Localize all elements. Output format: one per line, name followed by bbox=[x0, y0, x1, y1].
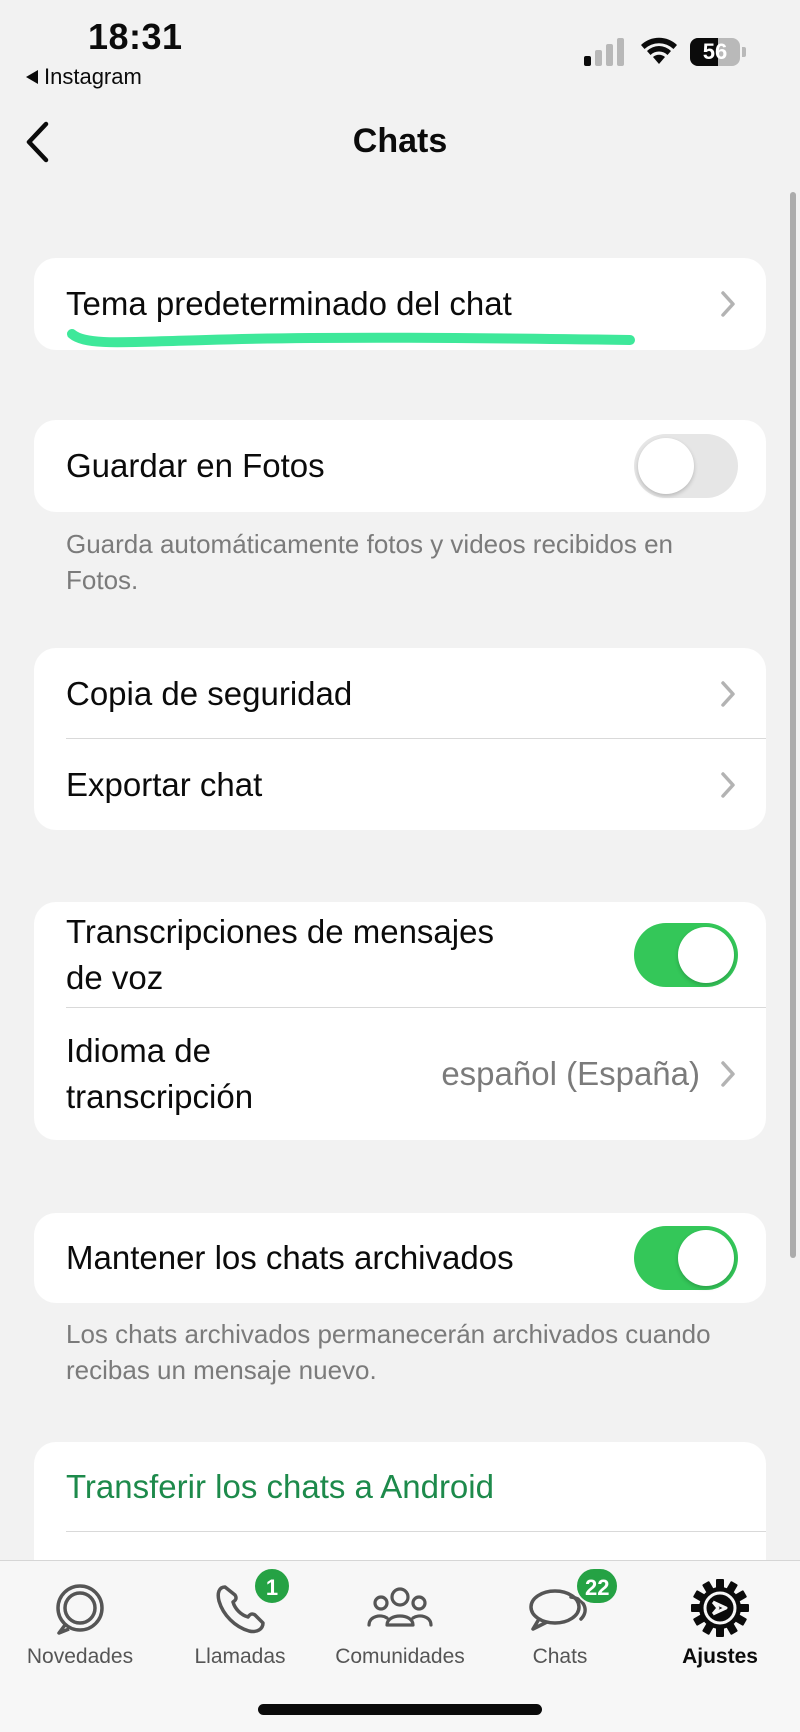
keep-archived-toggle[interactable] bbox=[634, 1226, 738, 1290]
cellular-signal-icon bbox=[584, 38, 624, 66]
updates-icon bbox=[56, 1584, 104, 1635]
chevron-right-icon bbox=[721, 680, 735, 707]
chevron-right-icon bbox=[721, 291, 735, 317]
back-to-app-link[interactable]: Instagram bbox=[26, 64, 142, 90]
status-time: 18:31 bbox=[88, 16, 183, 57]
export-chat-label: Exportar chat bbox=[66, 765, 263, 803]
tab-comunidades[interactable]: Comunidades bbox=[320, 1575, 480, 1685]
keep-archived-row: Mantener los chats archivados bbox=[34, 1213, 766, 1303]
back-app-label: Instagram bbox=[44, 64, 142, 89]
tab-label: Llamadas bbox=[194, 1645, 286, 1668]
save-photos-group: Guardar en Fotos bbox=[34, 420, 766, 512]
status-bar: 18:31 Instagram 56 bbox=[0, 0, 800, 100]
wifi-icon bbox=[641, 37, 677, 64]
scroll-indicator bbox=[790, 192, 796, 1258]
tab-llamadas[interactable]: 1 Llamadas bbox=[160, 1567, 320, 1685]
backup-row[interactable]: Copia de seguridad bbox=[34, 648, 766, 739]
communities-icon bbox=[367, 1587, 433, 1627]
voice-transcription-toggle[interactable] bbox=[634, 923, 738, 987]
tab-chats[interactable]: 22 Chats bbox=[480, 1567, 640, 1685]
transfer-to-android-row[interactable]: Transferir los chats a Android bbox=[34, 1442, 766, 1532]
calls-badge: 1 bbox=[253, 1567, 291, 1605]
gear-icon bbox=[691, 1579, 749, 1637]
chevron-right-icon bbox=[721, 1061, 735, 1087]
back-triangle-icon bbox=[26, 70, 38, 84]
highlight-underline bbox=[67, 329, 635, 348]
transcription-language-label: Idioma de transcripción bbox=[66, 1028, 441, 1119]
chats-badge: 22 bbox=[575, 1567, 620, 1605]
archived-group: Mantener los chats archivados bbox=[34, 1213, 766, 1303]
backup-label: Copia de seguridad bbox=[66, 674, 353, 712]
voice-transcription-label: Transcripciones de mensajes de voz bbox=[66, 909, 634, 1000]
transcription-language-line2: transcripción bbox=[66, 1078, 254, 1115]
tab-label: Ajustes bbox=[682, 1645, 758, 1668]
tab-novedades[interactable]: Novedades bbox=[0, 1575, 160, 1685]
transcription-language-line1: Idioma de bbox=[66, 1032, 211, 1070]
voice-transcription-row: Transcripciones de mensajes de voz bbox=[34, 902, 766, 1008]
tab-label: Comunidades bbox=[335, 1645, 465, 1668]
export-chat-row[interactable]: Exportar chat bbox=[34, 739, 766, 830]
backup-group: Copia de seguridad Exportar chat bbox=[34, 648, 766, 830]
home-indicator bbox=[258, 1704, 542, 1715]
tab-label: Novedades bbox=[26, 1645, 134, 1668]
keep-archived-label: Mantener los chats archivados bbox=[66, 1239, 514, 1277]
tab-label: Chats bbox=[532, 1645, 588, 1668]
voice-transcription-label-line2: de voz bbox=[66, 959, 164, 996]
page-title: Chats bbox=[352, 122, 448, 160]
tab-ajustes[interactable]: Ajustes bbox=[640, 1575, 800, 1685]
voice-transcription-label-line1: Transcripciones de mensajes bbox=[66, 913, 494, 951]
battery-percent: 56 bbox=[702, 39, 728, 64]
save-to-photos-label: Guardar en Fotos bbox=[66, 447, 325, 485]
transfer-to-android-label: Transferir los chats a Android bbox=[66, 1468, 494, 1506]
chevron-right-icon bbox=[721, 771, 735, 798]
battery-icon: 56 bbox=[690, 38, 746, 66]
save-to-photos-row: Guardar en Fotos bbox=[34, 420, 766, 512]
keep-archived-footer: Los chats archivados permanecerán archiv… bbox=[66, 1319, 711, 1386]
save-to-photos-toggle[interactable] bbox=[634, 434, 738, 498]
save-to-photos-footer: Guarda automáticamente fotos y videos re… bbox=[66, 529, 674, 596]
transcription-language-value: español (España) bbox=[441, 1055, 700, 1092]
transcription-language-row[interactable]: Idioma de transcripción español (España) bbox=[34, 1008, 766, 1140]
transcription-group: Transcripciones de mensajes de voz Idiom… bbox=[34, 902, 766, 1140]
divider bbox=[66, 1531, 766, 1532]
navigation-bar: Chats bbox=[0, 100, 800, 184]
